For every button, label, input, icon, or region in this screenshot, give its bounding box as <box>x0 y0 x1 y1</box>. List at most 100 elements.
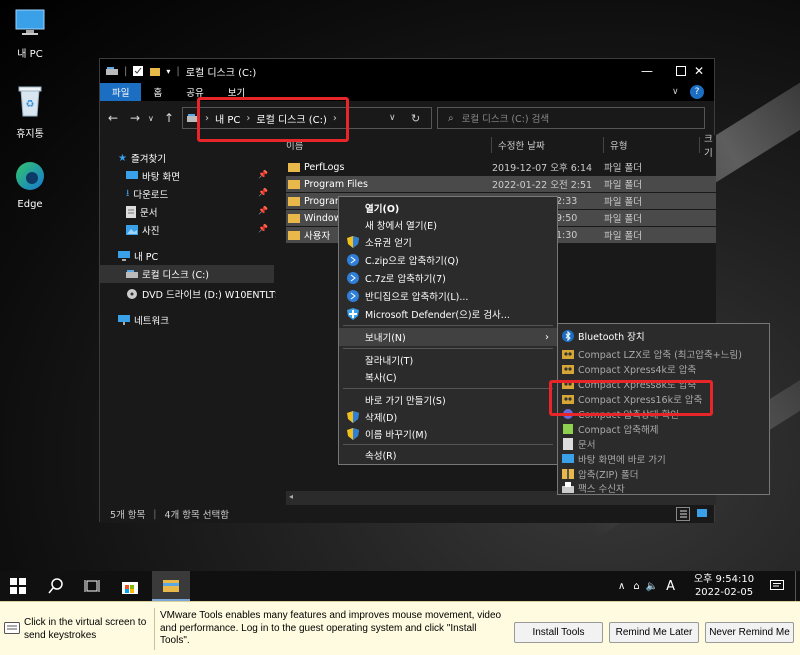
title-bar[interactable]: | ▾ | 로컬 디스크 (C:) — ✕ <box>100 59 714 83</box>
menu-item-bandizip[interactable]: 반디집으로 압축하기(L)... <box>339 287 557 305</box>
install-tools-button[interactable]: Install Tools <box>514 622 603 643</box>
menu-separator <box>343 444 553 445</box>
pin-icon: 📌 <box>258 170 268 179</box>
tab-home[interactable]: 홈 <box>141 83 174 101</box>
menu-item-label: 새 창에서 열기(E) <box>365 221 437 232</box>
search-button[interactable] <box>38 571 74 601</box>
show-desktop-button[interactable] <box>795 571 800 601</box>
pin-icon: 📌 <box>258 188 268 197</box>
large-icons-view-icon[interactable] <box>696 507 710 521</box>
desktop-icon-label: 휴지통 <box>16 129 44 140</box>
refresh-icon[interactable]: ↻ <box>411 112 420 125</box>
menu-item-properties[interactable]: 속성(R) <box>339 446 557 464</box>
menu-item-7z[interactable]: C.7z로 압축하기(7) <box>339 269 557 287</box>
menu-item-label: 바로 가기 만들기(S) <box>365 396 446 407</box>
clock[interactable]: 오후 9:54:10 2022-02-05 <box>692 571 756 601</box>
qat-separator: | <box>124 65 128 77</box>
desktop-icon-label: 내 PC <box>17 49 43 60</box>
address-dropdown-icon[interactable]: ∨ <box>389 113 396 123</box>
minimize-icon: — <box>641 64 653 78</box>
sidebar-item-label: DVD 드라이브 (D:) W10ENTLTS <box>142 290 282 301</box>
details-view-icon[interactable] <box>676 507 690 521</box>
ime-indicator[interactable]: A <box>666 579 675 594</box>
sidebar-item-label: 로컬 디스크 (C:) <box>142 270 209 281</box>
menu-item-delete[interactable]: 삭제(D) <box>339 408 557 426</box>
recent-dropdown-icon[interactable]: ∨ <box>148 114 154 123</box>
sidebar-item-my-pc[interactable]: 내 PC <box>118 247 158 265</box>
forward-icon[interactable]: → <box>130 111 140 125</box>
bandizip-icon <box>347 272 359 284</box>
taskbar-store[interactable] <box>112 571 148 601</box>
menu-item-label: C.zip으로 압축하기(Q) <box>365 256 459 267</box>
send-to-fax[interactable]: 팩스 수신자 <box>558 479 769 497</box>
sidebar-item-local-disk[interactable]: 로컬 디스크 (C:) <box>100 265 274 283</box>
svg-text:♻: ♻ <box>26 99 35 110</box>
menu-item-create-shortcut[interactable]: 바로 가기 만들기(S) <box>339 391 557 409</box>
notifications-button[interactable] <box>770 571 784 601</box>
menu-item-label: 삭제(D) <box>365 413 398 424</box>
dvd-icon <box>127 289 137 299</box>
taskbar-file-explorer[interactable] <box>152 571 190 601</box>
scroll-left-icon[interactable]: ◂ <box>289 492 293 501</box>
tab-file[interactable]: 파일 <box>100 83 142 101</box>
drive-icon <box>106 67 118 75</box>
file-row-perflogs[interactable]: PerfLogs 2019-12-07 오후 6:14 파일 폴더 <box>286 159 716 175</box>
qat-dropdown-icon[interactable]: ▾ <box>166 67 170 76</box>
desktop-icon-my-pc[interactable]: 내 PC <box>0 8 60 60</box>
desktop-icon <box>562 454 574 463</box>
sidebar-item-dvd-drive[interactable]: DVD 드라이브 (D:) W10ENTLTS <box>126 285 281 303</box>
sidebar-item-desktop[interactable]: 바탕 화면 <box>126 167 180 185</box>
menu-item-open[interactable]: 열기(O) <box>339 199 557 217</box>
volume-icon[interactable]: 🔈 <box>646 581 658 592</box>
help-icon[interactable]: ? <box>690 85 704 99</box>
recycle-bin-icon: ♻ <box>18 86 42 117</box>
bluetooth-icon <box>562 330 574 342</box>
file-date: 2019-12-07 오후 6:14 <box>492 163 593 174</box>
menu-item-cut[interactable]: 잘라내기(T) <box>339 351 557 369</box>
minimize-button[interactable]: — <box>630 59 664 83</box>
new-folder-icon[interactable] <box>149 65 161 77</box>
network-icon[interactable]: ⌂ <box>633 581 639 592</box>
sidebar-item-network[interactable]: 네트워크 <box>118 311 169 329</box>
pin-icon: 📌 <box>258 224 268 233</box>
search-input[interactable]: ⌕ 로컬 디스크 (C:) 검색 <box>437 107 705 129</box>
task-view-button[interactable] <box>74 571 110 601</box>
back-icon[interactable]: ← <box>108 111 118 125</box>
sidebar-item-label: 문서 <box>140 208 158 219</box>
menu-item-open-new-window[interactable]: 새 창에서 열기(E) <box>339 216 557 234</box>
shield-icon <box>347 428 359 440</box>
file-type: 파일 폴더 <box>604 197 642 208</box>
close-button[interactable]: ✕ <box>682 59 716 83</box>
close-icon: ✕ <box>693 64 705 78</box>
column-header-size[interactable]: 크기 <box>700 134 716 159</box>
menu-item-defender-scan[interactable]: Microsoft Defender(으)로 검사... <box>339 305 557 323</box>
sidebar-item-favorites[interactable]: ★ 즐겨찾기 <box>118 149 166 167</box>
column-header-type[interactable]: 유형 <box>604 137 700 153</box>
desktop-icon-recycle-bin[interactable]: ♻ 휴지통 <box>0 84 60 140</box>
never-remind-me-button[interactable]: Never Remind Me <box>705 622 794 643</box>
sidebar-item-documents[interactable]: 문서 <box>126 203 157 221</box>
menu-item-zip[interactable]: C.zip으로 압축하기(Q) <box>339 251 557 269</box>
expand-ribbon-icon[interactable]: ∨ <box>672 87 679 97</box>
menu-item-take-ownership[interactable]: 소유권 얻기 <box>339 233 557 251</box>
download-icon: ⭳ <box>126 188 130 199</box>
send-to-bluetooth[interactable]: Bluetooth 장치 <box>558 327 769 345</box>
column-header-date[interactable]: 수정한 날짜 <box>492 137 604 153</box>
file-row-program-files[interactable]: Program Files 2022-01-22 오전 2:51 파일 폴더 <box>286 176 716 192</box>
document-icon <box>563 438 573 450</box>
annotation-highlight-xpress16k <box>549 380 713 416</box>
desktop-icon-edge[interactable]: Edge <box>0 160 60 210</box>
remind-me-later-button[interactable]: Remind Me Later <box>609 622 699 643</box>
sidebar-item-downloads[interactable]: ⭳ 다운로드 <box>126 185 168 203</box>
menu-item-label: Compact Xpress4k로 압축 <box>578 365 697 376</box>
file-type: 파일 폴더 <box>604 214 642 225</box>
show-hidden-icons[interactable]: ∧ <box>618 581 625 592</box>
up-icon[interactable]: ↑ <box>164 111 174 125</box>
menu-item-rename[interactable]: 이름 바꾸기(M) <box>339 425 557 443</box>
menu-item-send-to[interactable]: 보내기(N) › <box>339 328 557 346</box>
status-separator: | <box>153 508 157 520</box>
properties-icon[interactable] <box>132 65 144 77</box>
menu-item-copy[interactable]: 복사(C) <box>339 368 557 386</box>
start-button[interactable] <box>0 571 36 601</box>
sidebar-item-pictures[interactable]: 사진 <box>126 221 159 239</box>
